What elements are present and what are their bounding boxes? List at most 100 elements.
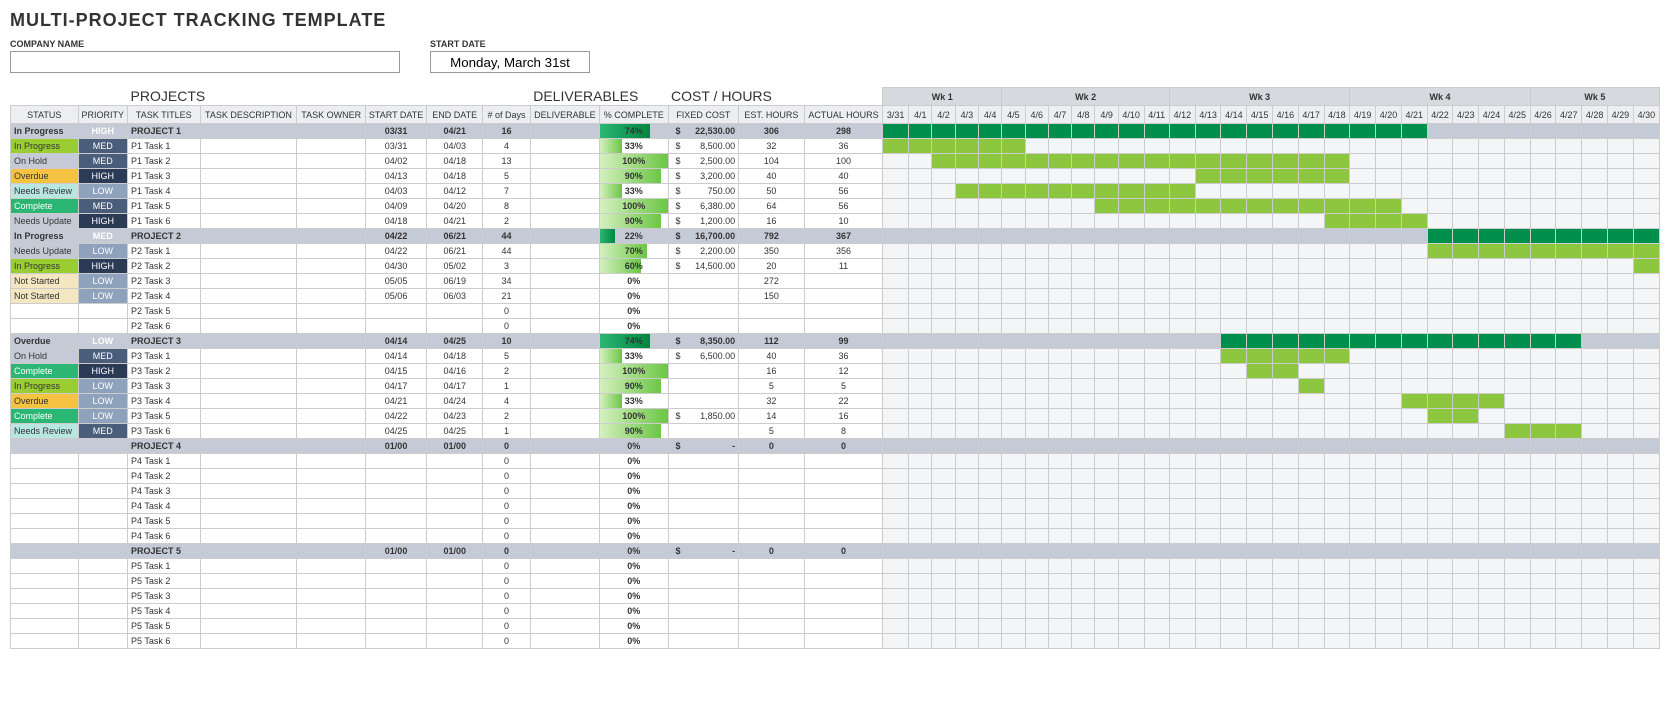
gantt-cell[interactable] [1504, 529, 1530, 544]
gantt-cell[interactable] [1582, 424, 1608, 439]
gantt-cell[interactable] [1273, 349, 1299, 364]
gantt-cell[interactable] [1221, 559, 1247, 574]
gantt-cell[interactable] [1195, 379, 1221, 394]
gantt-cell[interactable] [1048, 334, 1071, 349]
cell[interactable] [200, 439, 297, 454]
gantt-cell[interactable] [1530, 484, 1556, 499]
gantt-cell[interactable] [1530, 454, 1556, 469]
gantt-cell[interactable] [1118, 199, 1144, 214]
cell[interactable]: 40 [804, 169, 883, 184]
gantt-cell[interactable] [1324, 244, 1350, 259]
gantt-cell[interactable] [1072, 229, 1095, 244]
gantt-cell[interactable] [883, 244, 909, 259]
gantt-cell[interactable] [1350, 514, 1376, 529]
cell[interactable] [739, 514, 805, 529]
gantt-cell[interactable] [883, 619, 909, 634]
gantt-cell[interactable] [1504, 409, 1530, 424]
gantt-cell[interactable] [1195, 334, 1221, 349]
cell[interactable]: 367 [804, 229, 883, 244]
gantt-cell[interactable] [978, 169, 1001, 184]
cell[interactable] [200, 634, 297, 649]
gantt-cell[interactable] [955, 394, 978, 409]
cell[interactable] [200, 454, 297, 469]
gantt-cell[interactable] [932, 529, 955, 544]
cell[interactable]: 20 [739, 259, 805, 274]
gantt-cell[interactable] [1298, 619, 1324, 634]
gantt-cell[interactable] [1633, 559, 1659, 574]
cell[interactable] [530, 334, 599, 349]
gantt-cell[interactable] [1273, 319, 1299, 334]
gantt-cell[interactable] [1095, 499, 1118, 514]
cell[interactable]: In Progress [11, 229, 79, 244]
gantt-cell[interactable] [1324, 289, 1350, 304]
cell[interactable] [297, 274, 365, 289]
cell[interactable]: LOW [78, 379, 128, 394]
gantt-cell[interactable] [1025, 544, 1048, 559]
gantt-cell[interactable] [883, 529, 909, 544]
cell[interactable]: HIGH [78, 214, 128, 229]
gantt-cell[interactable] [1453, 289, 1479, 304]
startdate-input[interactable] [430, 51, 590, 73]
gantt-cell[interactable] [1025, 394, 1048, 409]
gantt-cell[interactable] [1324, 214, 1350, 229]
gantt-cell[interactable] [1324, 454, 1350, 469]
cell[interactable]: 2 [483, 409, 531, 424]
gantt-cell[interactable] [1221, 604, 1247, 619]
gantt-cell[interactable] [1095, 139, 1118, 154]
gantt-cell[interactable] [1298, 154, 1324, 169]
cell[interactable] [365, 469, 426, 484]
cell[interactable] [668, 304, 739, 319]
gantt-cell[interactable] [1453, 169, 1479, 184]
cell[interactable] [427, 589, 483, 604]
cell[interactable]: Complete [11, 364, 79, 379]
gantt-cell[interactable] [1556, 244, 1582, 259]
gantt-cell[interactable] [1479, 514, 1505, 529]
cell[interactable]: 350 [739, 244, 805, 259]
cell[interactable] [200, 124, 297, 139]
gantt-cell[interactable] [1247, 379, 1273, 394]
cell[interactable] [78, 544, 128, 559]
cell[interactable]: 04/30 [365, 259, 426, 274]
cell[interactable] [297, 619, 365, 634]
gantt-cell[interactable] [1401, 139, 1427, 154]
cell[interactable] [530, 259, 599, 274]
cell[interactable] [804, 619, 883, 634]
gantt-cell[interactable] [1118, 304, 1144, 319]
gantt-cell[interactable] [909, 154, 932, 169]
gantt-cell[interactable] [1556, 454, 1582, 469]
cell[interactable]: LOW [78, 274, 128, 289]
gantt-cell[interactable] [1072, 619, 1095, 634]
gantt-cell[interactable] [1350, 289, 1376, 304]
gantt-cell[interactable] [1453, 184, 1479, 199]
cell[interactable]: 11 [804, 259, 883, 274]
cell[interactable] [365, 454, 426, 469]
cell[interactable] [297, 184, 365, 199]
gantt-cell[interactable] [1324, 559, 1350, 574]
gantt-cell[interactable] [1479, 304, 1505, 319]
gantt-cell[interactable] [1376, 364, 1402, 379]
cell[interactable] [200, 589, 297, 604]
cell[interactable] [297, 589, 365, 604]
gantt-cell[interactable] [1144, 439, 1169, 454]
gantt-cell[interactable] [1633, 379, 1659, 394]
gantt-cell[interactable] [883, 634, 909, 649]
gantt-cell[interactable] [1453, 604, 1479, 619]
gantt-cell[interactable] [1072, 394, 1095, 409]
cell[interactable]: P2 Task 5 [128, 304, 200, 319]
gantt-cell[interactable] [1144, 619, 1169, 634]
cell[interactable] [200, 469, 297, 484]
gantt-cell[interactable] [1072, 154, 1095, 169]
cell[interactable] [200, 259, 297, 274]
gantt-cell[interactable] [1048, 499, 1071, 514]
gantt-cell[interactable] [1247, 394, 1273, 409]
gantt-cell[interactable] [1247, 484, 1273, 499]
gantt-cell[interactable] [1025, 244, 1048, 259]
cell[interactable]: 03/31 [365, 139, 426, 154]
gantt-cell[interactable] [978, 334, 1001, 349]
cell[interactable]: 01/00 [365, 544, 426, 559]
gantt-cell[interactable] [1324, 604, 1350, 619]
gantt-cell[interactable] [1247, 619, 1273, 634]
gantt-cell[interactable] [1144, 604, 1169, 619]
gantt-cell[interactable] [1427, 154, 1453, 169]
gantt-cell[interactable] [1144, 454, 1169, 469]
